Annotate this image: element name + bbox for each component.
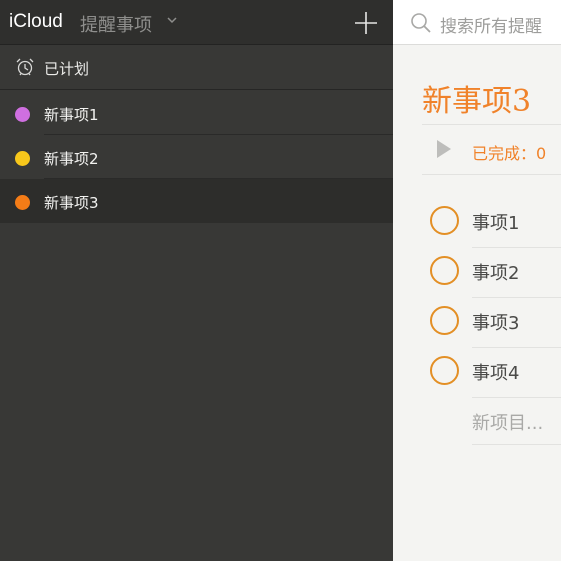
task-label[interactable]: 事项1: [472, 209, 519, 235]
search-bar[interactable]: 搜索所有提醒: [393, 0, 561, 45]
icloud-brand[interactable]: iCloud: [9, 11, 63, 33]
play-triangle-icon: [437, 140, 451, 158]
task-checkbox[interactable]: [430, 256, 459, 285]
sidebar: iCloud 提醒事项 已计划 新事项1 新事项2 新事项3: [0, 0, 393, 561]
sidebar-list-item[interactable]: 新事项2: [0, 135, 393, 179]
completed-count-label: 已完成：0: [472, 144, 547, 163]
chevron-down-icon[interactable]: [167, 17, 177, 24]
list-color-dot: [15, 195, 30, 210]
task-row: 事项2: [393, 249, 561, 299]
divider: [472, 397, 561, 398]
list-title: 新事项3: [422, 84, 532, 119]
divider: [472, 347, 561, 348]
app-switcher-title[interactable]: 提醒事项: [80, 11, 152, 37]
divider: [472, 297, 561, 298]
main-pane: 搜索所有提醒 新事项3 已完成：0 事项1 事项2 事项3 事项4 新项目...: [393, 0, 561, 561]
divider: [422, 124, 561, 125]
task-row: 事项1: [393, 199, 561, 249]
task-label[interactable]: 事项3: [472, 309, 519, 335]
sidebar-item-label: 新事项2: [44, 150, 99, 168]
list-color-dot: [15, 151, 30, 166]
sidebar-item-scheduled[interactable]: 已计划: [0, 45, 393, 90]
divider: [472, 247, 561, 248]
sidebar-item-label: 新事项1: [44, 106, 99, 124]
sidebar-list-item[interactable]: 新事项1: [0, 91, 393, 135]
add-list-button[interactable]: [354, 11, 378, 35]
top-bar: iCloud 提醒事项: [0, 0, 393, 45]
list-color-dot: [15, 107, 30, 122]
divider: [472, 444, 561, 445]
task-checkbox[interactable]: [430, 306, 459, 335]
divider: [422, 174, 561, 175]
completed-toggle[interactable]: 已完成：0: [435, 138, 546, 164]
task-label[interactable]: 事项2: [472, 259, 519, 285]
search-icon: [411, 13, 431, 33]
sidebar-list-item-selected[interactable]: 新事项3: [0, 179, 393, 223]
alarm-clock-icon: [16, 58, 34, 76]
task-checkbox[interactable]: [430, 206, 459, 235]
task-row: 事项4: [393, 349, 561, 399]
sidebar-item-label: 新事项3: [44, 194, 99, 212]
task-checkbox[interactable]: [430, 356, 459, 385]
new-item-input[interactable]: 新项目...: [472, 409, 543, 435]
task-row: 事项3: [393, 299, 561, 349]
search-input[interactable]: 搜索所有提醒: [440, 12, 542, 37]
task-label[interactable]: 事项4: [472, 359, 519, 385]
sidebar-item-label: 已计划: [44, 60, 90, 78]
